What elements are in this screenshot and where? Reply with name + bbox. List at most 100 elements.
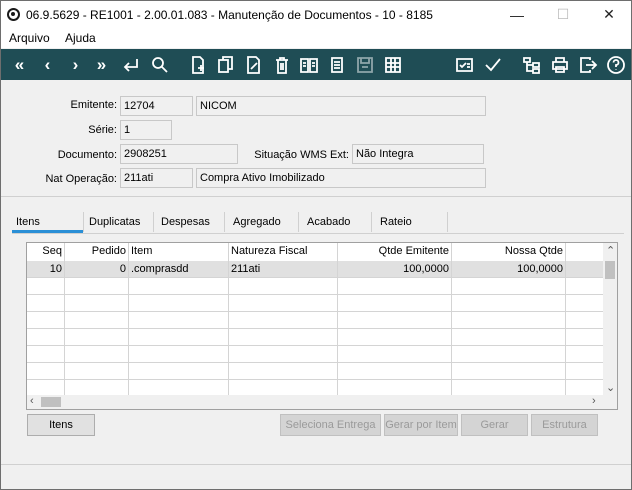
empty-cell (338, 295, 452, 312)
cell-natureza-fiscal: 211ati (229, 261, 338, 278)
empty-cell (338, 312, 452, 329)
scroll-down-icon[interactable]: ⌄ (606, 381, 615, 394)
col-header-pedido[interactable]: Pedido (65, 243, 129, 261)
tab-divider (83, 212, 84, 232)
delete-icon[interactable] (269, 52, 294, 77)
empty-cell (452, 363, 566, 380)
exit-icon[interactable] (575, 52, 600, 77)
empty-cell (452, 295, 566, 312)
menu-arquivo[interactable]: Arquivo (9, 31, 50, 45)
goto-icon[interactable] (118, 52, 143, 77)
empty-cell (338, 363, 452, 380)
tab-divider (298, 212, 299, 232)
nat-operacao-code-field[interactable]: 211ati (120, 168, 193, 188)
empty-row (27, 295, 605, 312)
empty-cell (229, 312, 338, 329)
documento-field[interactable]: 2908251 (120, 144, 238, 164)
vertical-scroll-thumb[interactable] (605, 261, 615, 279)
empty-cell (65, 295, 129, 312)
situacao-field[interactable]: Não Integra (352, 144, 484, 164)
items-grid[interactable]: Seq Pedido Item Natureza Fiscal Qtde Emi… (26, 242, 618, 410)
col-header-natureza-fiscal[interactable]: Natureza Fiscal (229, 243, 338, 261)
tab-itens[interactable]: Itens (16, 216, 40, 228)
tab-rateio[interactable]: Rateio (380, 216, 412, 228)
empty-cell (229, 346, 338, 363)
scroll-right-icon[interactable]: › (592, 395, 596, 407)
minimize-button[interactable]: — (494, 1, 540, 28)
scroll-left-icon[interactable]: ‹ (30, 395, 34, 407)
horizontal-scrollbar[interactable]: ‹ › (27, 395, 617, 409)
col-header-item[interactable]: Item (129, 243, 229, 261)
tab-divider (224, 212, 225, 232)
table-row[interactable]: 10 0 .comprasdd 211ati 100,0000 100,0000 (27, 261, 605, 278)
serie-field[interactable]: 1 (120, 120, 172, 140)
cell-seq: 10 (27, 261, 65, 278)
empty-cell (129, 329, 229, 346)
menu-ajuda[interactable]: Ajuda (65, 31, 96, 45)
close-button[interactable]: ✕ (586, 1, 632, 28)
notes-icon[interactable] (324, 52, 349, 77)
col-header-seq[interactable]: Seq (27, 243, 65, 261)
title-bar: 06.9.5629 - RE1001 - 2.00.01.083 - Manut… (1, 1, 631, 28)
nat-operacao-desc-field[interactable]: Compra Ativo Imobilizado (196, 168, 486, 188)
emitente-name-field[interactable]: NICOM (196, 96, 486, 116)
tab-duplicatas[interactable]: Duplicatas (89, 216, 140, 228)
tab-acabado[interactable]: Acabado (307, 216, 350, 228)
search-icon[interactable] (147, 52, 172, 77)
prev-icon[interactable]: ‹ (35, 52, 60, 77)
serie-label: Série: (88, 124, 117, 136)
situacao-label: Situação WMS Ext: (254, 149, 349, 161)
save-icon[interactable] (352, 52, 377, 77)
new-doc-icon[interactable] (185, 52, 210, 77)
empty-cell (229, 295, 338, 312)
help-icon[interactable] (603, 52, 628, 77)
empty-row (27, 346, 605, 363)
empty-row (27, 363, 605, 380)
seleciona-entrega-button[interactable]: Seleciona Entrega (280, 414, 381, 436)
book-icon[interactable] (296, 52, 321, 77)
empty-cell (65, 346, 129, 363)
first-icon[interactable]: « (7, 52, 32, 77)
scroll-up-icon[interactable]: ⌃ (606, 244, 615, 257)
itens-button[interactable]: Itens (27, 414, 95, 436)
copy-icon[interactable] (213, 52, 238, 77)
tab-despesas[interactable]: Despesas (161, 216, 210, 228)
tab-agregado[interactable]: Agregado (233, 216, 281, 228)
cell-qtde-emitente: 100,0000 (338, 261, 452, 278)
main-window: 06.9.5629 - RE1001 - 2.00.01.083 - Manut… (0, 0, 632, 490)
tab-divider (371, 212, 372, 232)
col-header-qtde-emitente[interactable]: Qtde Emitente (338, 243, 452, 261)
print-icon[interactable] (547, 52, 572, 77)
tree-icon[interactable] (519, 52, 544, 77)
empty-cell (27, 346, 65, 363)
next-icon[interactable]: › (63, 52, 88, 77)
horizontal-scroll-thumb[interactable] (41, 397, 61, 407)
emitente-label: Emitente: (70, 99, 117, 111)
maximize-button[interactable]: ☐ (540, 1, 586, 28)
empty-row (27, 278, 605, 295)
col-header-nossa-qtde[interactable]: Nossa Qtde (452, 243, 566, 261)
last-icon[interactable]: » (89, 52, 114, 77)
empty-cell (65, 329, 129, 346)
checklist-icon[interactable] (452, 52, 477, 77)
status-separator (1, 464, 631, 465)
empty-cell (27, 312, 65, 329)
vertical-scrollbar[interactable]: ⌃ ⌄ (603, 243, 617, 397)
tab-baseline (12, 233, 624, 234)
window-title: 06.9.5629 - RE1001 - 2.00.01.083 - Manut… (26, 8, 433, 22)
empty-cell (338, 278, 452, 295)
grid-icon[interactable] (380, 52, 405, 77)
gerar-por-item-button[interactable]: Gerar por Item (384, 414, 458, 436)
emitente-code-field[interactable]: 12704 (120, 96, 193, 116)
nat-operacao-label: Nat Operação: (45, 173, 117, 185)
edit-icon[interactable] (241, 52, 266, 77)
gerar-button[interactable]: Gerar (461, 414, 528, 436)
empty-cell (338, 346, 452, 363)
empty-cell (129, 346, 229, 363)
empty-cell (452, 278, 566, 295)
estrutura-button[interactable]: Estrutura (531, 414, 598, 436)
confirm-icon[interactable] (480, 52, 505, 77)
empty-row (27, 329, 605, 346)
empty-cell (65, 312, 129, 329)
empty-cell (129, 278, 229, 295)
